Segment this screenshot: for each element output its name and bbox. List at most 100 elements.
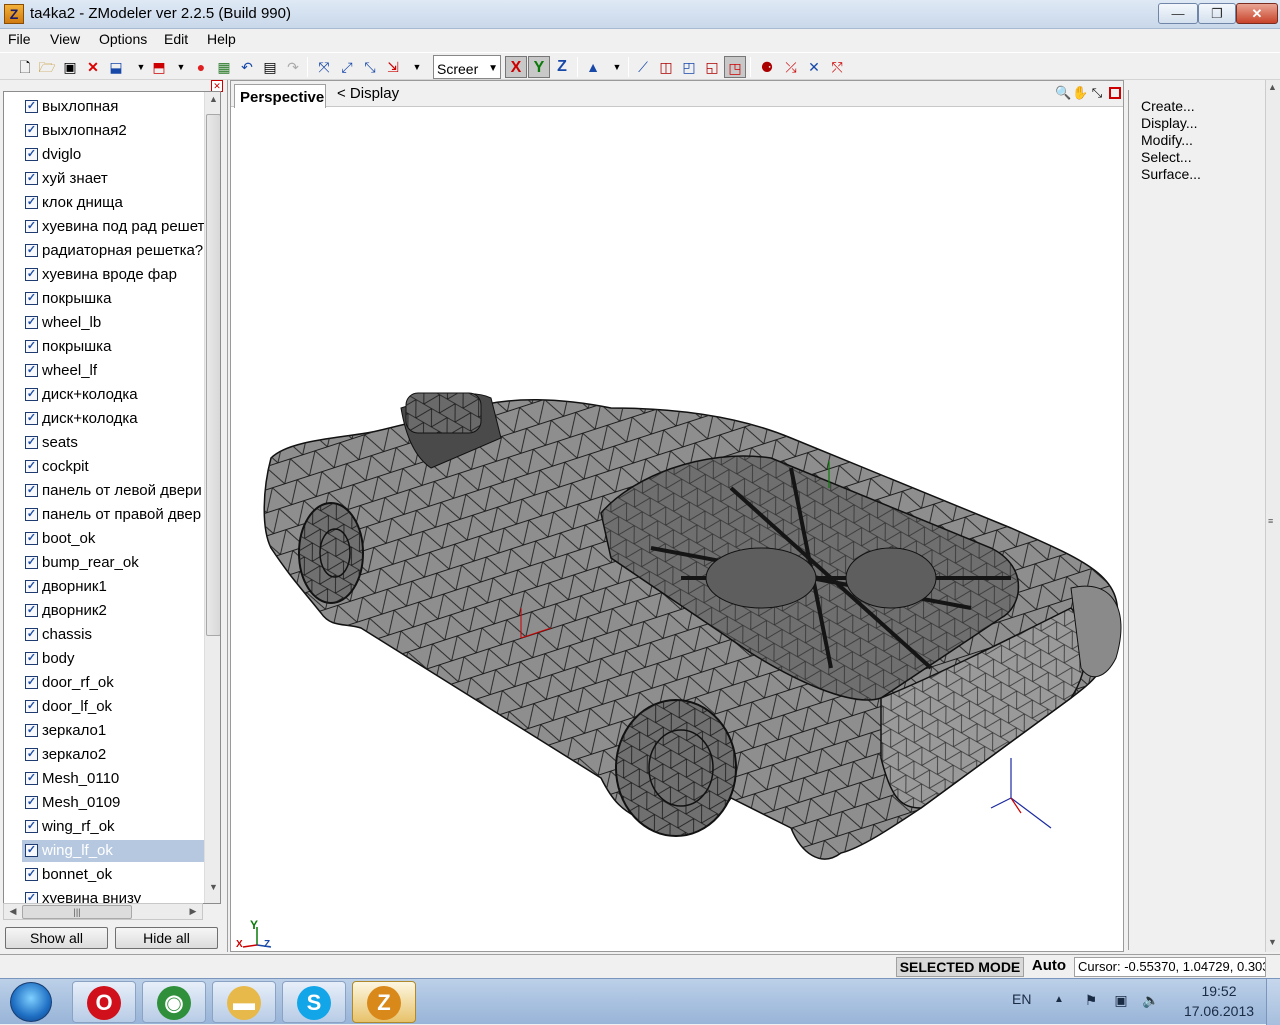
visibility-checkbox[interactable]: ✓ — [25, 268, 38, 281]
car-wireframe-model[interactable] — [231, 108, 1123, 953]
scrollbar-thumb[interactable] — [206, 114, 220, 636]
object-list-item[interactable]: ✓ хуевина внизу — [22, 888, 204, 903]
command-item[interactable]: Create... — [1141, 98, 1195, 114]
visibility-checkbox[interactable]: ✓ — [25, 460, 38, 473]
visibility-checkbox[interactable]: ✓ — [25, 580, 38, 593]
move-icon[interactable]: ⤢ — [336, 56, 358, 78]
vertex-mode-icon[interactable]: ⟋ — [632, 56, 654, 78]
visibility-checkbox[interactable]: ✓ — [25, 868, 38, 881]
visibility-checkbox[interactable]: ✓ — [25, 196, 38, 209]
object-mode-icon[interactable]: ◱ — [701, 56, 723, 78]
title-bar[interactable]: Z ta4ka2 - ZModeler ver 2.2.5 (Build 990… — [0, 0, 1280, 29]
tool-a-icon[interactable]: ⚈ — [756, 56, 778, 78]
visibility-checkbox[interactable]: ✓ — [25, 724, 38, 737]
visibility-checkbox[interactable]: ✓ — [25, 844, 38, 857]
show-all-button[interactable]: Show all — [5, 927, 108, 949]
taskbar-app-zmodeler[interactable]: Z — [352, 981, 416, 1023]
visibility-checkbox[interactable]: ✓ — [25, 412, 38, 425]
start-button[interactable] — [10, 982, 52, 1022]
command-item[interactable]: Select... — [1141, 149, 1192, 165]
object-list-item[interactable]: ✓ bump_rear_ok — [22, 552, 204, 574]
visibility-checkbox[interactable]: ✓ — [25, 124, 38, 137]
delete-icon[interactable]: ✕ — [82, 56, 104, 78]
maximize-button[interactable]: ❐ — [1198, 3, 1236, 24]
scroll-down-arrow-icon[interactable]: ▼ — [1268, 937, 1277, 947]
box-mode-icon[interactable]: ◳ — [724, 56, 746, 78]
object-list-item[interactable]: ✓ зеркало2 — [22, 744, 204, 766]
object-list-item[interactable]: ✓ Mesh_0110 — [22, 768, 204, 790]
visibility-checkbox[interactable]: ✓ — [25, 244, 38, 257]
object-list-item[interactable]: ✓ cockpit — [22, 456, 204, 478]
object-list-item[interactable]: ✓ хуй знает — [22, 168, 204, 190]
visibility-checkbox[interactable]: ✓ — [25, 316, 38, 329]
menu-options[interactable]: Options — [99, 31, 147, 47]
viewport-maximize-icon[interactable] — [1109, 87, 1121, 99]
tab-perspective[interactable]: Perspective — [234, 84, 326, 108]
object-list-item[interactable]: ✓ клок днища — [22, 192, 204, 214]
visibility-checkbox[interactable]: ✓ — [25, 220, 38, 233]
texture-icon[interactable]: ▦ — [213, 56, 235, 78]
visibility-checkbox[interactable]: ✓ — [25, 148, 38, 161]
object-list-item[interactable]: ✓ wheel_lb — [22, 312, 204, 334]
tool-d-icon[interactable]: ⤲ — [826, 56, 848, 78]
visibility-checkbox[interactable]: ✓ — [25, 700, 38, 713]
taskbar-app-skype[interactable]: S — [282, 981, 346, 1023]
object-list-item[interactable]: ✓ хуевина под рад решет — [22, 216, 204, 238]
visibility-checkbox[interactable]: ✓ — [25, 292, 38, 305]
command-panel-scrollbar[interactable]: ▲ ≡ ▼ — [1265, 80, 1280, 952]
scroll-right-arrow-icon[interactable]: ▶ — [186, 904, 200, 919]
object-list-item[interactable]: ✓ хуевина вроде фар — [22, 264, 204, 286]
display-breadcrumb[interactable]: < Display — [337, 85, 399, 102]
properties-icon[interactable]: ▤ — [259, 56, 281, 78]
visibility-checkbox[interactable]: ✓ — [25, 172, 38, 185]
object-list-item[interactable]: ✓ wheel_lf — [22, 360, 204, 382]
zoom-extents-icon[interactable]: ⤡ — [1089, 85, 1105, 101]
object-list-item[interactable]: ✓ выхлопная — [22, 96, 204, 118]
menu-file[interactable]: File — [8, 31, 31, 47]
object-list-item[interactable]: ✓ dviglo — [22, 144, 204, 166]
snap-icon[interactable]: ⤧ — [313, 56, 335, 78]
scrollbar-thumb[interactable]: ||| — [22, 905, 132, 919]
object-list-scrollbar[interactable]: ▲ ▼ — [204, 92, 220, 903]
dropdown-arrow-icon[interactable]: ▼ — [406, 56, 428, 78]
save-icon[interactable]: ▣ — [59, 56, 81, 78]
visibility-checkbox[interactable]: ✓ — [25, 652, 38, 665]
close-button[interactable]: ✕ — [1236, 3, 1278, 24]
menu-edit[interactable]: Edit — [164, 31, 188, 47]
object-list-item[interactable]: ✓ покрышка — [22, 336, 204, 358]
visibility-checkbox[interactable]: ✓ — [25, 340, 38, 353]
object-list-item[interactable]: ✓ wing_rf_ok — [22, 816, 204, 838]
show-desktop-button[interactable] — [1266, 979, 1280, 1025]
object-list-item[interactable]: ✓ seats — [22, 432, 204, 454]
hide-all-button[interactable]: Hide all — [115, 927, 218, 949]
object-list-item[interactable]: ✓ boot_ok — [22, 528, 204, 550]
command-item[interactable]: Modify... — [1141, 132, 1193, 148]
visibility-checkbox[interactable]: ✓ — [25, 388, 38, 401]
visibility-checkbox[interactable]: ✓ — [25, 100, 38, 113]
visibility-checkbox[interactable]: ✓ — [25, 484, 38, 497]
object-list-item[interactable]: ✓ диск+колодка — [22, 408, 204, 430]
action-center-flag-icon[interactable]: ⚑ — [1082, 991, 1100, 1009]
object-list-item[interactable]: ✓ bonnet_ok — [22, 864, 204, 886]
clock-date[interactable]: 17.06.2013 — [1182, 1003, 1256, 1019]
edge-mode-icon[interactable]: ◫ — [655, 56, 677, 78]
object-list-item[interactable]: ✓ body — [22, 648, 204, 670]
visibility-checkbox[interactable]: ✓ — [25, 604, 38, 617]
visibility-checkbox[interactable]: ✓ — [25, 628, 38, 641]
visibility-checkbox[interactable]: ✓ — [25, 820, 38, 833]
minimize-button[interactable]: — — [1158, 3, 1198, 24]
tray-expand-icon[interactable]: ▲ — [1050, 991, 1068, 1009]
object-list-item[interactable]: ✓ door_lf_ok — [22, 696, 204, 718]
pan-hand-icon[interactable]: ✋ — [1072, 85, 1088, 101]
object-list-item[interactable]: ✓ wing_lf_ok — [22, 840, 204, 862]
object-list-item[interactable]: ✓ chassis — [22, 624, 204, 646]
scroll-up-arrow-icon[interactable]: ▲ — [1268, 82, 1277, 92]
export-icon[interactable]: ⬒ — [148, 56, 170, 78]
object-list-item[interactable]: ✓ door_rf_ok — [22, 672, 204, 694]
object-list-item[interactable]: ✓ дворник1 — [22, 576, 204, 598]
redo-icon[interactable]: ↷ — [282, 56, 304, 78]
visibility-checkbox[interactable]: ✓ — [25, 436, 38, 449]
scroll-up-arrow-icon[interactable]: ▲ — [206, 94, 220, 110]
taskbar-app-explorer[interactable]: ▬ — [212, 981, 276, 1023]
auto-status[interactable]: Auto — [1026, 957, 1072, 977]
